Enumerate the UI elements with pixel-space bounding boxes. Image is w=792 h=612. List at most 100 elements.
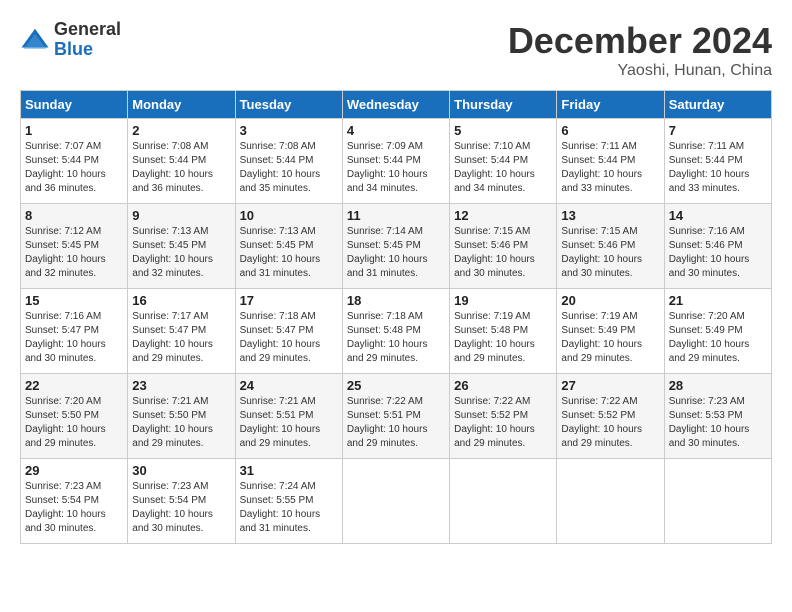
calendar-cell: 13 Sunrise: 7:15 AMSunset: 5:46 PMDaylig… bbox=[557, 204, 664, 289]
day-number: 13 bbox=[561, 208, 659, 223]
day-number: 11 bbox=[347, 208, 445, 223]
day-info: Sunrise: 7:15 AMSunset: 5:46 PMDaylight:… bbox=[454, 226, 535, 279]
day-number: 28 bbox=[669, 378, 767, 393]
day-info: Sunrise: 7:11 AMSunset: 5:44 PMDaylight:… bbox=[561, 141, 642, 194]
location: Yaoshi, Hunan, China bbox=[508, 62, 772, 80]
calendar-cell: 17 Sunrise: 7:18 AMSunset: 5:47 PMDaylig… bbox=[235, 289, 342, 374]
day-info: Sunrise: 7:10 AMSunset: 5:44 PMDaylight:… bbox=[454, 141, 535, 194]
day-number: 25 bbox=[347, 378, 445, 393]
calendar-cell: 12 Sunrise: 7:15 AMSunset: 5:46 PMDaylig… bbox=[450, 204, 557, 289]
day-number: 8 bbox=[25, 208, 123, 223]
calendar-cell: 7 Sunrise: 7:11 AMSunset: 5:44 PMDayligh… bbox=[664, 119, 771, 204]
day-info: Sunrise: 7:18 AMSunset: 5:47 PMDaylight:… bbox=[240, 311, 321, 364]
day-info: Sunrise: 7:20 AMSunset: 5:49 PMDaylight:… bbox=[669, 311, 750, 364]
calendar-cell: 23 Sunrise: 7:21 AMSunset: 5:50 PMDaylig… bbox=[128, 374, 235, 459]
day-number: 26 bbox=[454, 378, 552, 393]
calendar-cell: 30 Sunrise: 7:23 AMSunset: 5:54 PMDaylig… bbox=[128, 459, 235, 544]
day-number: 12 bbox=[454, 208, 552, 223]
day-number: 24 bbox=[240, 378, 338, 393]
calendar-week-row: 15 Sunrise: 7:16 AMSunset: 5:47 PMDaylig… bbox=[21, 289, 772, 374]
day-info: Sunrise: 7:24 AMSunset: 5:55 PMDaylight:… bbox=[240, 481, 321, 534]
day-info: Sunrise: 7:22 AMSunset: 5:52 PMDaylight:… bbox=[561, 396, 642, 449]
logo: General Blue bbox=[20, 20, 121, 60]
day-number: 9 bbox=[132, 208, 230, 223]
calendar-cell: 26 Sunrise: 7:22 AMSunset: 5:52 PMDaylig… bbox=[450, 374, 557, 459]
calendar-table: SundayMondayTuesdayWednesdayThursdayFrid… bbox=[20, 90, 772, 544]
calendar-cell bbox=[557, 459, 664, 544]
day-info: Sunrise: 7:08 AMSunset: 5:44 PMDaylight:… bbox=[240, 141, 321, 194]
day-number: 15 bbox=[25, 293, 123, 308]
day-number: 27 bbox=[561, 378, 659, 393]
weekday-header: Friday bbox=[557, 91, 664, 119]
day-number: 31 bbox=[240, 463, 338, 478]
day-number: 6 bbox=[561, 123, 659, 138]
day-info: Sunrise: 7:08 AMSunset: 5:44 PMDaylight:… bbox=[132, 141, 213, 194]
calendar-cell: 31 Sunrise: 7:24 AMSunset: 5:55 PMDaylig… bbox=[235, 459, 342, 544]
day-info: Sunrise: 7:15 AMSunset: 5:46 PMDaylight:… bbox=[561, 226, 642, 279]
day-info: Sunrise: 7:21 AMSunset: 5:50 PMDaylight:… bbox=[132, 396, 213, 449]
weekday-header: Saturday bbox=[664, 91, 771, 119]
weekday-header: Tuesday bbox=[235, 91, 342, 119]
day-number: 3 bbox=[240, 123, 338, 138]
calendar-cell bbox=[450, 459, 557, 544]
calendar-cell: 19 Sunrise: 7:19 AMSunset: 5:48 PMDaylig… bbox=[450, 289, 557, 374]
calendar-cell: 2 Sunrise: 7:08 AMSunset: 5:44 PMDayligh… bbox=[128, 119, 235, 204]
day-info: Sunrise: 7:07 AMSunset: 5:44 PMDaylight:… bbox=[25, 141, 106, 194]
day-info: Sunrise: 7:21 AMSunset: 5:51 PMDaylight:… bbox=[240, 396, 321, 449]
day-info: Sunrise: 7:19 AMSunset: 5:48 PMDaylight:… bbox=[454, 311, 535, 364]
day-info: Sunrise: 7:22 AMSunset: 5:51 PMDaylight:… bbox=[347, 396, 428, 449]
day-number: 22 bbox=[25, 378, 123, 393]
calendar-cell bbox=[664, 459, 771, 544]
day-number: 23 bbox=[132, 378, 230, 393]
calendar-cell: 24 Sunrise: 7:21 AMSunset: 5:51 PMDaylig… bbox=[235, 374, 342, 459]
day-number: 1 bbox=[25, 123, 123, 138]
calendar-week-row: 22 Sunrise: 7:20 AMSunset: 5:50 PMDaylig… bbox=[21, 374, 772, 459]
calendar-cell: 4 Sunrise: 7:09 AMSunset: 5:44 PMDayligh… bbox=[342, 119, 449, 204]
weekday-header: Thursday bbox=[450, 91, 557, 119]
weekday-header: Wednesday bbox=[342, 91, 449, 119]
calendar-cell: 27 Sunrise: 7:22 AMSunset: 5:52 PMDaylig… bbox=[557, 374, 664, 459]
calendar-cell: 8 Sunrise: 7:12 AMSunset: 5:45 PMDayligh… bbox=[21, 204, 128, 289]
calendar-header-row: SundayMondayTuesdayWednesdayThursdayFrid… bbox=[21, 91, 772, 119]
day-number: 19 bbox=[454, 293, 552, 308]
day-number: 17 bbox=[240, 293, 338, 308]
calendar-cell: 29 Sunrise: 7:23 AMSunset: 5:54 PMDaylig… bbox=[21, 459, 128, 544]
day-number: 10 bbox=[240, 208, 338, 223]
calendar-cell: 5 Sunrise: 7:10 AMSunset: 5:44 PMDayligh… bbox=[450, 119, 557, 204]
logo-general: General bbox=[54, 20, 121, 40]
calendar-cell: 9 Sunrise: 7:13 AMSunset: 5:45 PMDayligh… bbox=[128, 204, 235, 289]
calendar-cell: 21 Sunrise: 7:20 AMSunset: 5:49 PMDaylig… bbox=[664, 289, 771, 374]
calendar-cell: 1 Sunrise: 7:07 AMSunset: 5:44 PMDayligh… bbox=[21, 119, 128, 204]
calendar-cell bbox=[342, 459, 449, 544]
day-number: 7 bbox=[669, 123, 767, 138]
day-number: 2 bbox=[132, 123, 230, 138]
day-number: 21 bbox=[669, 293, 767, 308]
day-info: Sunrise: 7:19 AMSunset: 5:49 PMDaylight:… bbox=[561, 311, 642, 364]
day-info: Sunrise: 7:17 AMSunset: 5:47 PMDaylight:… bbox=[132, 311, 213, 364]
day-info: Sunrise: 7:14 AMSunset: 5:45 PMDaylight:… bbox=[347, 226, 428, 279]
page-header: General Blue December 2024 Yaoshi, Hunan… bbox=[20, 20, 772, 80]
month-title: December 2024 bbox=[508, 20, 772, 62]
day-info: Sunrise: 7:13 AMSunset: 5:45 PMDaylight:… bbox=[240, 226, 321, 279]
calendar-week-row: 1 Sunrise: 7:07 AMSunset: 5:44 PMDayligh… bbox=[21, 119, 772, 204]
day-info: Sunrise: 7:22 AMSunset: 5:52 PMDaylight:… bbox=[454, 396, 535, 449]
logo-blue: Blue bbox=[54, 40, 121, 60]
day-info: Sunrise: 7:16 AMSunset: 5:46 PMDaylight:… bbox=[669, 226, 750, 279]
day-number: 16 bbox=[132, 293, 230, 308]
calendar-cell: 28 Sunrise: 7:23 AMSunset: 5:53 PMDaylig… bbox=[664, 374, 771, 459]
day-number: 5 bbox=[454, 123, 552, 138]
calendar-cell: 22 Sunrise: 7:20 AMSunset: 5:50 PMDaylig… bbox=[21, 374, 128, 459]
day-info: Sunrise: 7:09 AMSunset: 5:44 PMDaylight:… bbox=[347, 141, 428, 194]
day-number: 18 bbox=[347, 293, 445, 308]
day-info: Sunrise: 7:13 AMSunset: 5:45 PMDaylight:… bbox=[132, 226, 213, 279]
day-number: 29 bbox=[25, 463, 123, 478]
day-info: Sunrise: 7:12 AMSunset: 5:45 PMDaylight:… bbox=[25, 226, 106, 279]
weekday-header: Monday bbox=[128, 91, 235, 119]
logo-icon bbox=[20, 25, 50, 55]
day-number: 20 bbox=[561, 293, 659, 308]
calendar-cell: 20 Sunrise: 7:19 AMSunset: 5:49 PMDaylig… bbox=[557, 289, 664, 374]
day-info: Sunrise: 7:20 AMSunset: 5:50 PMDaylight:… bbox=[25, 396, 106, 449]
day-info: Sunrise: 7:23 AMSunset: 5:54 PMDaylight:… bbox=[132, 481, 213, 534]
day-info: Sunrise: 7:23 AMSunset: 5:54 PMDaylight:… bbox=[25, 481, 106, 534]
weekday-header: Sunday bbox=[21, 91, 128, 119]
